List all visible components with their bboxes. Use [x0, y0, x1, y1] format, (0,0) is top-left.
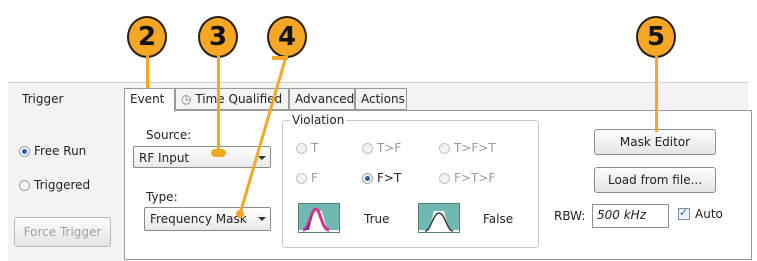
free-run-radio[interactable] — [19, 146, 30, 157]
clock-icon: ◷ — [181, 92, 192, 106]
free-run-label[interactable]: Free Run — [34, 144, 86, 158]
callout-3-leader — [217, 56, 220, 152]
violation-radio-f-t[interactable] — [362, 173, 373, 184]
rbw-label: RBW: — [554, 209, 586, 223]
violation-option-f-t[interactable]: F>T — [377, 171, 401, 185]
auto-checkbox[interactable] — [678, 206, 690, 220]
callout-4-leader-line — [236, 59, 287, 218]
rbw-input[interactable]: 500 kHz — [592, 204, 669, 228]
violation-option-t-f-t[interactable]: T>F>T — [454, 141, 496, 155]
mask-true-image[interactable] — [298, 203, 340, 233]
violation-option-f-t-f[interactable]: F>T>F — [454, 171, 495, 185]
violation-radio-f-t-f[interactable] — [439, 173, 450, 184]
callout-badge-4: 4 — [267, 16, 307, 58]
callout-badge-3: 3 — [198, 16, 238, 58]
mask-false-image[interactable] — [418, 203, 460, 233]
auto-label[interactable]: Auto — [695, 207, 723, 221]
violation-option-f[interactable]: F — [311, 171, 318, 185]
source-dropdown-value: RF Input — [139, 151, 190, 165]
triggered-label[interactable]: Triggered — [34, 178, 90, 192]
source-label: Source: — [146, 128, 192, 142]
load-from-file-button[interactable]: Load from file... — [594, 167, 716, 193]
mask-pass-icon — [419, 211, 459, 232]
mask-violation-icon — [299, 207, 339, 232]
mask-true-label: True — [364, 212, 390, 226]
trigger-heading: Trigger — [22, 92, 64, 106]
force-trigger-button[interactable]: Force Trigger — [14, 217, 111, 247]
tab-event[interactable]: Event — [124, 88, 175, 112]
violation-radio-t-f[interactable] — [362, 143, 373, 154]
mask-editor-button[interactable]: Mask Editor — [594, 129, 716, 155]
violation-option-t[interactable]: T — [311, 141, 318, 155]
violation-option-t-f[interactable]: T>F — [377, 141, 401, 155]
tab-actions[interactable]: Actions — [355, 88, 407, 110]
callout-5-leader — [655, 56, 658, 132]
callout-badge-2: 2 — [127, 16, 167, 58]
mask-false-label: False — [483, 212, 514, 226]
type-label: Type: — [146, 190, 178, 204]
violation-radio-t-f-t[interactable] — [439, 143, 450, 154]
callout-3-arrow — [211, 149, 226, 157]
callout-badge-5: 5 — [636, 16, 676, 58]
triggered-radio[interactable] — [19, 180, 30, 191]
